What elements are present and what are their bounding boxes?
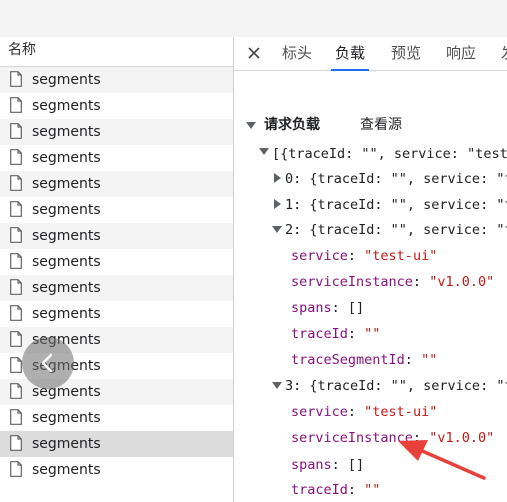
request-row[interactable]: segments [0,171,233,197]
array-item-3[interactable]: 3: {traceId: "", service: "t [285,376,507,396]
view-source-link[interactable]: 查看源 [360,115,402,135]
array-item-2[interactable]: 2: {traceId: "", service: "t [285,220,507,240]
request-row[interactable]: segments [0,405,233,431]
document-icon [10,97,22,113]
root-array-line[interactable]: [{traceId: "", service: "test- [272,144,507,164]
details-tab-bar: 标头 负载 预览 响应 发 [234,37,507,71]
array-item-0[interactable]: 0: {traceId: "", service: "t [285,169,507,189]
document-icon [10,175,22,191]
collapse-icon[interactable] [272,226,282,233]
prop-spans: spans: [] [291,457,365,473]
document-icon [10,409,22,425]
request-name: segments [32,176,101,192]
request-name: segments [32,202,101,218]
document-icon [10,305,22,321]
back-navigation-button[interactable] [22,337,74,389]
request-row[interactable]: segments [0,197,233,223]
document-icon [10,383,22,399]
tab-payload[interactable]: 负载 [330,37,370,71]
request-name: segments [32,306,101,322]
request-row[interactable]: segments [0,275,233,301]
document-icon [10,227,22,243]
prop-service: service: "test-ui" [291,248,438,264]
request-name: segments [32,462,101,478]
prop-service: service: "test-ui" [291,404,438,420]
document-icon [10,71,22,87]
document-icon [10,461,22,477]
document-icon [10,279,22,295]
request-name: segments [32,436,101,452]
request-name: segments [32,98,101,114]
close-icon[interactable] [244,43,264,63]
request-details-panel: 标头 负载 预览 响应 发 请求负载 查看源 [{traceId: "", se… [234,37,507,502]
expand-icon[interactable] [274,173,281,183]
document-icon [10,331,22,347]
request-name: segments [32,228,101,244]
request-row[interactable]: segments [0,145,233,171]
tab-headers[interactable]: 标头 [282,37,312,70]
collapse-icon[interactable] [272,382,282,389]
request-row[interactable]: segments [0,431,233,457]
document-icon [10,357,22,373]
request-list: segments segments segments segments segments… [0,67,233,483]
request-row[interactable]: segments [0,301,233,327]
request-list-panel: 名称 segments segments segments segments segme… [0,37,234,502]
document-icon [10,435,22,451]
request-row[interactable]: segments [0,223,233,249]
request-name: segments [32,280,101,296]
request-row[interactable]: segments [0,249,233,275]
request-name: segments [32,150,101,166]
request-payload-title[interactable]: 请求负载 [264,115,320,135]
request-row[interactable]: segments [0,457,233,483]
request-row[interactable]: segments [0,67,233,93]
top-strip [0,0,507,37]
expand-icon[interactable] [274,199,281,209]
prop-spans: spans: [] [291,300,365,316]
request-row[interactable]: segments [0,119,233,145]
collapse-icon[interactable] [246,122,256,129]
document-icon [10,253,22,269]
prop-service-instance: serviceInstance: "v1.0.0" [291,430,495,446]
request-name: segments [32,410,101,426]
request-name: segments [32,124,101,140]
tab-response[interactable]: 响应 [446,37,476,70]
expand-icon[interactable] [259,148,269,155]
document-icon [10,201,22,217]
prop-trace-segment-id: traceSegmentId: "" [291,352,438,368]
request-row[interactable]: segments [0,93,233,119]
prop-trace-id: traceId: "" [291,482,381,498]
document-icon [10,123,22,139]
array-item-1[interactable]: 1: {traceId: "", service: "t [285,195,507,215]
request-name: segments [32,254,101,270]
chevron-left-icon [41,353,53,373]
request-name: segments [32,72,101,88]
tab-initiator[interactable]: 发 [501,37,507,70]
tab-preview[interactable]: 预览 [391,37,421,70]
document-icon [10,149,22,165]
prop-service-instance: serviceInstance: "v1.0.0" [291,274,495,290]
name-column-header[interactable]: 名称 [0,37,233,67]
prop-trace-id: traceId: "" [291,326,381,342]
